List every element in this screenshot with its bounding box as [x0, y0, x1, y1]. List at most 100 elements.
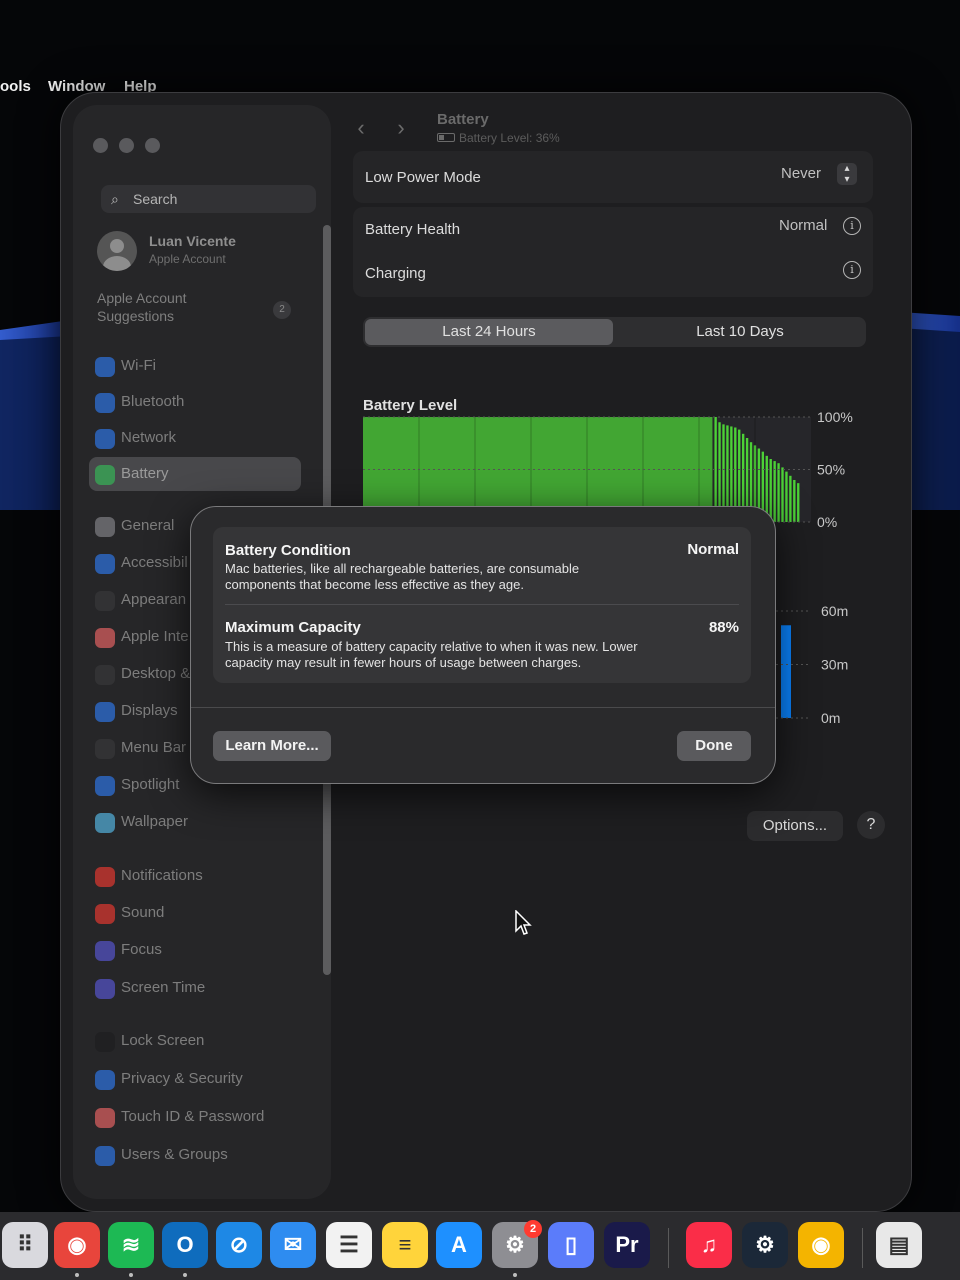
running-indicator — [513, 1273, 517, 1277]
chart-y-tick-label: 30m — [821, 657, 848, 673]
forward-button[interactable]: › — [383, 111, 419, 145]
menu-tools[interactable]: ools — [0, 78, 31, 95]
speaker-icon — [95, 904, 115, 924]
sidebar-item-label: Screen Time — [121, 979, 206, 996]
battery-health-info-button[interactable]: i — [843, 217, 861, 235]
battery-condition-description: Mac batteries, like all rechargeable bat… — [225, 561, 675, 593]
sidebar-item-network[interactable]: Network — [89, 421, 301, 455]
learn-more-button[interactable]: Learn More... — [213, 731, 331, 761]
apple-account[interactable]: Luan Vicente Apple Account — [97, 225, 317, 275]
tab-last-24-hours[interactable]: Last 24 Hours — [365, 319, 613, 345]
charging-info-button[interactable]: i — [843, 261, 861, 279]
low-power-mode-row: Low Power Mode Never ▴ ▾ — [353, 151, 873, 203]
divider — [225, 604, 739, 605]
help-button[interactable]: ? — [857, 811, 885, 839]
chart-bar — [797, 483, 800, 522]
battery-condition-value: Normal — [687, 541, 739, 558]
battery-icon — [95, 465, 115, 485]
info-icon: i — [850, 219, 854, 232]
flower-icon — [95, 813, 115, 833]
apple-intelligence-icon — [95, 628, 115, 648]
notes-icon[interactable]: ≡ — [382, 1222, 428, 1268]
spotify-icon[interactable]: ≋ — [108, 1222, 154, 1268]
back-button[interactable]: ‹ — [343, 111, 379, 145]
simulator-icon[interactable]: ▯ — [548, 1222, 594, 1268]
sun-icon — [95, 702, 115, 722]
chart-bar — [793, 480, 796, 522]
account-suggestions[interactable]: Apple Account Suggestions — [97, 289, 187, 325]
battery-health-dialog: Battery Condition Normal Mac batteries, … — [190, 506, 776, 784]
low-power-mode-value[interactable]: Never — [781, 165, 821, 182]
hand-icon — [95, 1070, 115, 1090]
account-name: Luan Vicente — [149, 233, 236, 249]
chart-bar — [777, 463, 780, 522]
options-button[interactable]: Options... — [747, 811, 843, 841]
sidebar-item-notifications[interactable]: Notifications — [89, 859, 301, 893]
battery-health-value: Normal — [779, 217, 828, 234]
zoom-window-button[interactable] — [145, 138, 160, 153]
battery-health-details: Battery Condition Normal Mac batteries, … — [213, 527, 751, 683]
done-button[interactable]: Done — [677, 731, 751, 761]
magnifier-icon — [95, 776, 115, 796]
outlook-icon[interactable]: O — [162, 1222, 208, 1268]
premiere-pro-icon[interactable]: Pr — [604, 1222, 650, 1268]
account-subtitle: Apple Account — [149, 252, 226, 266]
bell-icon — [95, 867, 115, 887]
search-input[interactable]: ⌕ Search — [101, 185, 316, 213]
hourglass-icon — [95, 979, 115, 999]
dock: ⠿ ◉ ≋ O ⊘ ✉ ☰ ≡ A ⚙ 2 ▯ Pr ♫ ⚙ ◉ ▤ — [0, 1212, 960, 1280]
tab-last-10-days[interactable]: Last 10 Days — [615, 319, 865, 345]
sidebar-item-focus[interactable]: Focus — [89, 933, 301, 967]
chart-y-tick-label: 0% — [817, 514, 837, 530]
page-title: Battery — [437, 111, 489, 128]
sidebar-item-wi-fi[interactable]: Wi-Fi — [89, 349, 301, 383]
reminders-icon[interactable]: ☰ — [326, 1222, 372, 1268]
notification-badge: 2 — [524, 1220, 542, 1238]
sidebar-item-label: Network — [121, 429, 177, 446]
sidebar-item-lock-screen[interactable]: Lock Screen — [89, 1024, 301, 1058]
maximum-capacity-title: Maximum Capacity — [225, 619, 361, 636]
sidebar-item-label: Wallpaper — [121, 813, 188, 830]
sidebar-item-bluetooth[interactable]: Bluetooth — [89, 385, 301, 419]
chart-y-tick-label: 50% — [817, 462, 845, 478]
low-power-mode-stepper[interactable]: ▴ ▾ — [837, 163, 857, 185]
sidebar-item-label: Focus — [121, 941, 162, 958]
sidebar-item-sound[interactable]: Sound — [89, 896, 301, 930]
close-window-button[interactable] — [93, 138, 108, 153]
app-store-icon[interactable]: A — [436, 1222, 482, 1268]
chrome-canary-icon[interactable]: ◉ — [798, 1222, 844, 1268]
launchpad-icon[interactable]: ⠿ — [2, 1222, 48, 1268]
steam-icon[interactable]: ⚙ — [742, 1222, 788, 1268]
sidebar-item-label: Bluetooth — [121, 393, 185, 410]
sidebar-item-touch-id-password[interactable]: Touch ID & Password — [89, 1100, 301, 1134]
dock-separator — [862, 1228, 863, 1268]
sidebar-item-privacy-security[interactable]: Privacy & Security — [89, 1062, 301, 1096]
charging-label: Charging — [365, 265, 426, 282]
low-power-mode-label: Low Power Mode — [365, 169, 481, 186]
safari-icon[interactable]: ⊘ — [216, 1222, 262, 1268]
desktop-icon — [95, 665, 115, 685]
accessibility-icon — [95, 554, 115, 574]
maximum-capacity-value: 88% — [708, 619, 739, 636]
battery-icon — [437, 133, 455, 142]
sidebar-item-label: Notifications — [121, 867, 203, 884]
music-icon[interactable]: ♫ — [686, 1222, 732, 1268]
menu-bar-icon — [95, 739, 115, 759]
sidebar-item-label: Spotlight — [121, 776, 180, 793]
sidebar-item-label: Users & Groups — [121, 1146, 228, 1163]
sidebar-item-battery[interactable]: Battery — [89, 457, 301, 491]
sidebar-item-screen-time[interactable]: Screen Time — [89, 971, 301, 1005]
chart-y-tick-label: 60m — [821, 603, 848, 619]
screen-usage-chart: 60m 30m 0m — [761, 603, 848, 726]
chrome-icon[interactable]: ◉ — [54, 1222, 100, 1268]
minimize-window-button[interactable] — [119, 138, 134, 153]
mail-icon[interactable]: ✉ — [270, 1222, 316, 1268]
wifi-icon — [95, 357, 115, 377]
sidebar-item-label: Privacy & Security — [121, 1070, 243, 1087]
document-icon[interactable]: ▤ — [876, 1222, 922, 1268]
gear-icon — [95, 517, 115, 537]
search-icon: ⌕ — [111, 191, 119, 207]
sidebar-item-users-groups[interactable]: Users & Groups — [89, 1138, 301, 1172]
sidebar-item-wallpaper[interactable]: Wallpaper — [89, 805, 301, 839]
chart-bar — [773, 461, 776, 522]
